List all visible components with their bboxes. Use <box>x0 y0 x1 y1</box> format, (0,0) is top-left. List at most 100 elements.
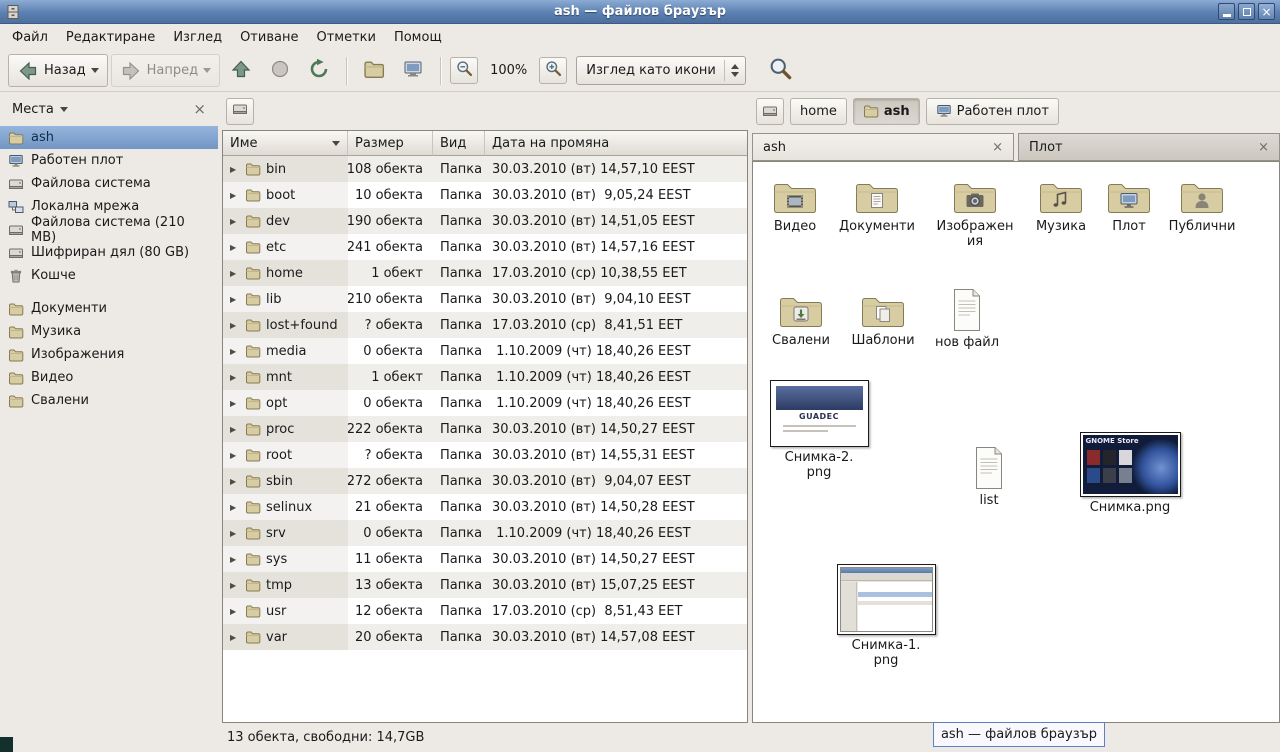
tree-row-boot[interactable]: ▶boot10 обектаПапка30.03.2010 (вт) 9,05,… <box>223 182 747 208</box>
expander-icon[interactable]: ▶ <box>230 581 240 590</box>
zoom-in-button[interactable] <box>539 57 567 84</box>
file-item-Снимка-2.-png[interactable]: GUADECСнимка-2. png <box>771 380 867 480</box>
tree-row-lib[interactable]: ▶lib210 обектаПапка30.03.2010 (вт) 9,04,… <box>223 286 747 312</box>
back-button[interactable]: Назад <box>8 54 108 87</box>
stop-button[interactable] <box>262 54 298 87</box>
expander-icon[interactable]: ▶ <box>230 555 240 564</box>
path-button-home[interactable]: home <box>790 98 847 125</box>
tree-row-usr[interactable]: ▶usr12 обектаПапка17.03.2010 (ср) 8,51,4… <box>223 598 747 624</box>
tree-row-lost+found[interactable]: ▶lost+found? обектаПапка17.03.2010 (ср) … <box>223 312 747 338</box>
tree-row-sys[interactable]: ▶sys11 обектаПапка30.03.2010 (вт) 14,50,… <box>223 546 747 572</box>
reload-button[interactable] <box>301 54 337 87</box>
expander-icon[interactable]: ▶ <box>230 347 240 356</box>
tree-row-etc[interactable]: ▶etc241 обектаПапка30.03.2010 (вт) 14,57… <box>223 234 747 260</box>
menu-item-Файл[interactable]: Файл <box>3 26 57 49</box>
menu-item-Отиване[interactable]: Отиване <box>231 26 307 49</box>
tree-row-dev[interactable]: ▶dev190 обектаПапка30.03.2010 (вт) 14,51… <box>223 208 747 234</box>
expander-icon[interactable]: ▶ <box>230 529 240 538</box>
expander-icon[interactable]: ▶ <box>230 217 240 226</box>
sidebar-item-label: Локална мрежа <box>31 199 139 214</box>
sidebar-item-Работен плот[interactable]: Работен плот <box>0 149 218 172</box>
file-item-list[interactable]: list <box>941 446 1037 508</box>
expander-icon[interactable]: ▶ <box>230 425 240 434</box>
expander-icon[interactable]: ▶ <box>230 243 240 252</box>
file-item-Снимка-1.-png[interactable]: Снимка-1. png <box>838 564 934 668</box>
combo-spin-icons[interactable] <box>724 60 739 81</box>
expander-icon[interactable]: ▶ <box>230 607 240 616</box>
tree-row-sbin[interactable]: ▶sbin272 обектаПапка30.03.2010 (вт) 9,04… <box>223 468 747 494</box>
expander-icon[interactable]: ▶ <box>230 269 240 278</box>
computer-button[interactable] <box>395 54 431 87</box>
expander-icon[interactable]: ▶ <box>230 477 240 486</box>
menu-item-Помощ[interactable]: Помощ <box>385 26 451 49</box>
sidebar-dropdown-icon[interactable] <box>60 107 68 112</box>
tree-row-srv[interactable]: ▶srv0 обектаПапка 1.10.2009 (чт) 18,40,2… <box>223 520 747 546</box>
tab-close-icon[interactable]: × <box>1258 140 1269 155</box>
back-dropdown-icon[interactable] <box>91 68 99 73</box>
tab-close-icon[interactable]: × <box>992 140 1003 155</box>
expander-icon[interactable]: ▶ <box>230 503 240 512</box>
sidebar-item-Изображения[interactable]: Изображения <box>0 343 218 366</box>
expander-icon[interactable]: ▶ <box>230 633 240 642</box>
sidebar-item-Файлова система (210 MB)[interactable]: Файлова система (210 MB) <box>0 218 218 241</box>
menu-item-Отметки[interactable]: Отметки <box>307 26 384 49</box>
expander-icon[interactable]: ▶ <box>230 321 240 330</box>
maximize-button[interactable] <box>1238 3 1255 20</box>
minimize-button[interactable] <box>1218 3 1235 20</box>
close-button[interactable]: × <box>1258 3 1275 20</box>
tree-row-proc[interactable]: ▶proc222 обектаПапка30.03.2010 (вт) 14,5… <box>223 416 747 442</box>
sidebar-item-Свалени[interactable]: Свалени <box>0 389 218 412</box>
tree-row-root[interactable]: ▶root? обектаПапка30.03.2010 (вт) 14,55,… <box>223 442 747 468</box>
forward-button[interactable]: Напред <box>111 54 220 87</box>
file-item-Снимка.png[interactable]: GNOME StoreСнимка.png <box>1082 432 1178 515</box>
tree-row-opt[interactable]: ▶opt0 обектаПапка 1.10.2009 (чт) 18,40,2… <box>223 390 747 416</box>
cell-date: 30.03.2010 (вт) 14,51,05 EEST <box>485 208 747 234</box>
expander-icon[interactable]: ▶ <box>230 451 240 460</box>
sidebar-item-Музика[interactable]: Музика <box>0 320 218 343</box>
tree-row-media[interactable]: ▶media0 обектаПапка 1.10.2009 (чт) 18,40… <box>223 338 747 364</box>
zoom-out-button[interactable] <box>450 57 478 84</box>
view-mode-select[interactable]: Изглед като икони <box>576 56 746 85</box>
sidebar-item-Шифриран дял (80 GB)[interactable]: Шифриран дял (80 GB) <box>0 241 218 264</box>
expander-icon[interactable]: ▶ <box>230 191 240 200</box>
tab-Плот[interactable]: Плот× <box>1018 133 1280 161</box>
expander-icon[interactable]: ▶ <box>230 373 240 382</box>
titlebar[interactable]: ash — файлов браузър × <box>0 0 1280 24</box>
up-button[interactable] <box>223 54 259 87</box>
file-item-Шаблони[interactable]: Шаблони <box>835 292 931 348</box>
expander-icon[interactable]: ▶ <box>230 399 240 408</box>
tree-header: ИмеРазмерВидДата на промяна <box>223 131 747 156</box>
tree-row-home[interactable]: ▶home1 обектПапка17.03.2010 (ср) 10,38,5… <box>223 260 747 286</box>
sidebar-item-Видео[interactable]: Видео <box>0 366 218 389</box>
path-button-root[interactable] <box>756 98 784 125</box>
sidebar-item-ash[interactable]: ash <box>0 126 218 149</box>
path-button-Работен плот[interactable]: Работен плот <box>926 98 1059 125</box>
sidebar-item-Файлова система[interactable]: Файлова система <box>0 172 218 195</box>
path-button-root[interactable] <box>226 98 254 125</box>
tree-row-bin[interactable]: ▶bin108 обектаПапка30.03.2010 (вт) 14,57… <box>223 156 747 182</box>
column-header-Име[interactable]: Име <box>223 131 348 156</box>
column-header-Дата на промяна[interactable]: Дата на промяна <box>485 131 747 156</box>
tree-row-selinux[interactable]: ▶selinux21 обектаПапка30.03.2010 (вт) 14… <box>223 494 747 520</box>
file-item-Изображен-ия[interactable]: Изображен ия <box>927 178 1023 249</box>
home-button[interactable] <box>356 54 392 87</box>
tab-ash[interactable]: ash× <box>752 133 1014 161</box>
menu-item-Изглед[interactable]: Изглед <box>164 26 231 49</box>
sidebar-item-Документи[interactable]: Документи <box>0 297 218 320</box>
sidebar-item-Кошче[interactable]: Кошче <box>0 264 218 287</box>
path-button-ash[interactable]: ash <box>853 98 920 125</box>
expander-icon[interactable]: ▶ <box>230 165 240 174</box>
file-item-Публични[interactable]: Публични <box>1154 178 1250 234</box>
folder-icon <box>245 603 261 619</box>
column-header-Размер[interactable]: Размер <box>348 131 433 156</box>
file-item-нов-файл[interactable]: нов файл <box>919 288 1015 350</box>
tree-row-tmp[interactable]: ▶tmp13 обектаПапка30.03.2010 (вт) 15,07,… <box>223 572 747 598</box>
tree-row-mnt[interactable]: ▶mnt1 обектПапка 1.10.2009 (чт) 18,40,26… <box>223 364 747 390</box>
file-item-Документи[interactable]: Документи <box>829 178 925 234</box>
search-button[interactable] <box>763 54 799 87</box>
tree-row-var[interactable]: ▶var20 обектаПапка30.03.2010 (вт) 14,57,… <box>223 624 747 650</box>
expander-icon[interactable]: ▶ <box>230 295 240 304</box>
sidebar-close-icon[interactable]: × <box>193 102 206 117</box>
column-header-Вид[interactable]: Вид <box>433 131 485 156</box>
menu-item-Редактиране[interactable]: Редактиране <box>57 26 164 49</box>
